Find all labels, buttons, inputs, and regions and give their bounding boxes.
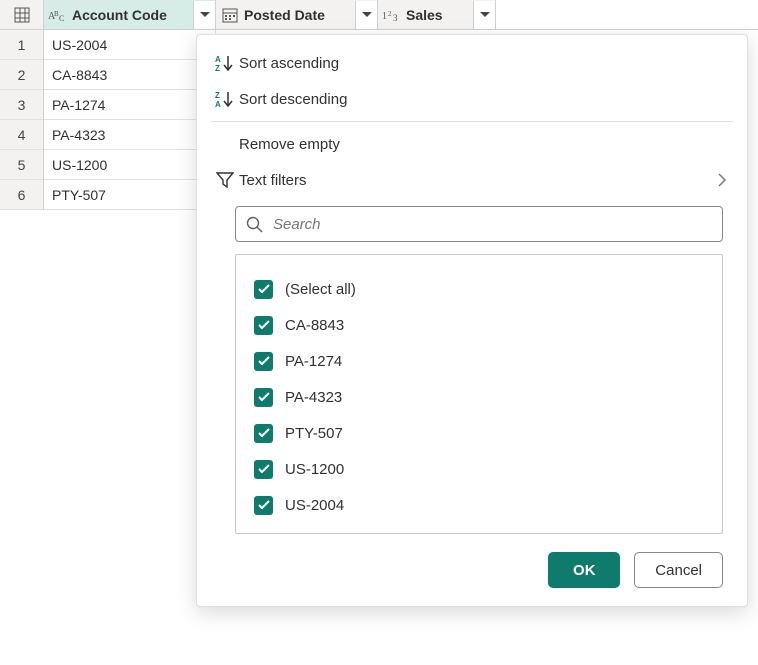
menu-label: Text filters bbox=[239, 172, 718, 189]
filter-option-label: (Select all) bbox=[285, 281, 356, 298]
menu-label: Sort ascending bbox=[239, 55, 727, 72]
filter-option[interactable]: CA-8843 bbox=[254, 307, 704, 343]
chevron-down-icon bbox=[480, 12, 490, 18]
button-label: OK bbox=[573, 562, 596, 579]
cancel-button[interactable]: Cancel bbox=[634, 552, 723, 588]
checkbox-checked-icon[interactable] bbox=[254, 460, 273, 479]
row-number[interactable]: 6 bbox=[0, 180, 43, 210]
table-icon bbox=[14, 7, 30, 23]
row-number[interactable]: 4 bbox=[0, 120, 43, 150]
chevron-right-icon bbox=[718, 172, 727, 188]
remove-empty-item[interactable]: Remove empty bbox=[197, 126, 747, 162]
sort-descending-item[interactable]: Z A Sort descending bbox=[197, 81, 747, 117]
number-type-icon: 1 2 3 bbox=[378, 8, 406, 22]
checkbox-checked-icon[interactable] bbox=[254, 388, 273, 407]
checkbox-checked-icon[interactable] bbox=[254, 316, 273, 335]
svg-text:C: C bbox=[59, 14, 64, 22]
button-label: Cancel bbox=[655, 562, 702, 579]
svg-text:Z: Z bbox=[215, 91, 220, 100]
row-number-column: 1 2 3 4 5 6 bbox=[0, 30, 44, 210]
column-header-account-code[interactable]: A B C Account Code bbox=[44, 0, 216, 29]
sort-ascending-item[interactable]: A Z Sort ascending bbox=[197, 45, 747, 81]
dialog-button-row: OK Cancel bbox=[197, 534, 747, 588]
sort-desc-icon: Z A bbox=[211, 90, 239, 108]
svg-text:A: A bbox=[215, 55, 221, 64]
filter-option-select-all[interactable]: (Select all) bbox=[254, 271, 704, 307]
column-header-sales[interactable]: 1 2 3 Sales bbox=[378, 0, 496, 29]
svg-text:A: A bbox=[215, 100, 221, 108]
column-filter-dropdown: A Z Sort ascending Z A Sort descending R… bbox=[196, 34, 748, 607]
cell[interactable]: CA-8843 bbox=[44, 60, 215, 90]
checkbox-checked-icon[interactable] bbox=[254, 280, 273, 299]
chevron-down-icon bbox=[362, 12, 372, 18]
account-code-column: US-2004 CA-8843 PA-1274 PA-4323 US-1200 … bbox=[44, 30, 216, 210]
text-filters-item[interactable]: Text filters bbox=[197, 162, 747, 198]
filter-option-label: CA-8843 bbox=[285, 317, 344, 334]
chevron-down-icon bbox=[200, 12, 210, 18]
svg-text:Z: Z bbox=[215, 64, 220, 72]
column-filter-button[interactable] bbox=[355, 1, 377, 29]
filter-option[interactable]: US-1200 bbox=[254, 451, 704, 487]
date-type-icon bbox=[216, 7, 244, 23]
cell[interactable]: PA-4323 bbox=[44, 120, 215, 150]
row-number[interactable]: 1 bbox=[0, 30, 43, 60]
filter-option-label: US-2004 bbox=[285, 497, 344, 514]
search-input[interactable] bbox=[271, 215, 712, 234]
cell[interactable]: PTY-507 bbox=[44, 180, 215, 210]
search-icon bbox=[246, 216, 263, 233]
filter-option-label: PTY-507 bbox=[285, 425, 343, 442]
column-filter-button[interactable] bbox=[473, 1, 495, 29]
filter-icon bbox=[211, 172, 239, 188]
filter-option[interactable]: US-2004 bbox=[254, 487, 704, 523]
filter-option[interactable]: PA-4323 bbox=[254, 379, 704, 415]
filter-option-label: PA-4323 bbox=[285, 389, 342, 406]
filter-search-box[interactable] bbox=[235, 206, 723, 242]
menu-label: Sort descending bbox=[239, 91, 727, 108]
filter-option-label: US-1200 bbox=[285, 461, 344, 478]
column-name: Account Code bbox=[72, 7, 173, 23]
cell[interactable]: PA-1274 bbox=[44, 90, 215, 120]
text-type-icon: A B C bbox=[44, 8, 72, 22]
table-corner[interactable] bbox=[0, 0, 44, 29]
filter-option-label: PA-1274 bbox=[285, 353, 342, 370]
row-number[interactable]: 2 bbox=[0, 60, 43, 90]
svg-text:1: 1 bbox=[382, 11, 387, 22]
checkbox-checked-icon[interactable] bbox=[254, 424, 273, 443]
column-filter-button[interactable] bbox=[193, 1, 215, 29]
row-number[interactable]: 5 bbox=[0, 150, 43, 180]
column-header-posted-date[interactable]: Posted Date bbox=[216, 0, 378, 29]
svg-text:2: 2 bbox=[388, 10, 392, 18]
sort-asc-icon: A Z bbox=[211, 54, 239, 72]
menu-label: Remove empty bbox=[239, 136, 727, 153]
column-name: Sales bbox=[406, 7, 449, 23]
column-header-row: A B C Account Code Posted Date bbox=[0, 0, 758, 30]
ok-button[interactable]: OK bbox=[548, 552, 620, 588]
filter-value-list[interactable]: (Select all) CA-8843 PA-1274 PA-4323 PTY… bbox=[235, 254, 723, 534]
checkbox-checked-icon[interactable] bbox=[254, 352, 273, 371]
menu-separator bbox=[211, 121, 733, 122]
cell[interactable]: US-2004 bbox=[44, 30, 215, 60]
filter-option[interactable]: PA-1274 bbox=[254, 343, 704, 379]
filter-option[interactable]: PTY-507 bbox=[254, 415, 704, 451]
cell[interactable]: US-1200 bbox=[44, 150, 215, 180]
row-number[interactable]: 3 bbox=[0, 90, 43, 120]
checkbox-checked-icon[interactable] bbox=[254, 496, 273, 515]
svg-text:3: 3 bbox=[393, 13, 398, 22]
column-name: Posted Date bbox=[244, 7, 331, 23]
